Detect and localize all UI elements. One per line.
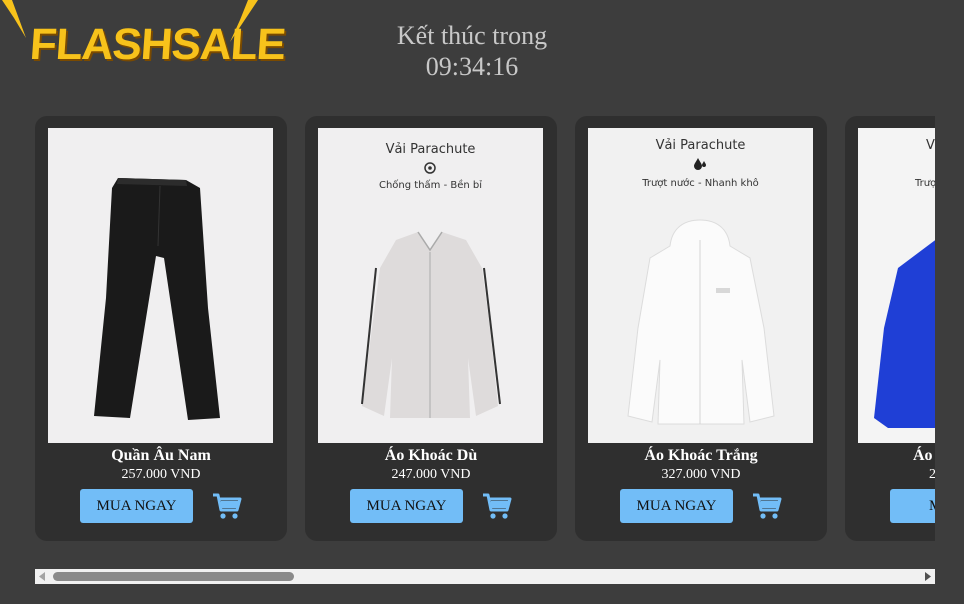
buy-now-button[interactable]: MUA NGAY (80, 489, 193, 523)
countdown-time: 09:34:16 (425, 52, 519, 81)
product-card: Quần Âu Nam 257.000 VND MUA NGAY (35, 116, 287, 541)
jacket-image (627, 219, 775, 425)
product-card: Vải Parachute Trượt nước - Nhanh khô Áo … (575, 116, 827, 541)
product-image[interactable]: Vải Parachute Chống thấm - Bền bỉ (318, 128, 543, 443)
product-price: 327.000 VND (661, 467, 741, 482)
buy-now-button[interactable]: MUA (890, 489, 935, 523)
lightning-bolt-icon (2, 0, 26, 38)
flash-sale-logo: FLASHSALE (0, 0, 287, 96)
product-image[interactable]: V Trượ (858, 128, 935, 443)
countdown: Kết thúc trong 09:34:16 (362, 20, 582, 82)
cart-icon[interactable] (752, 492, 782, 520)
cart-icon[interactable] (482, 492, 512, 520)
product-card: Vải Parachute Chống thấm - Bền bỉ Áo Kho… (305, 116, 557, 541)
cart-icon[interactable] (212, 492, 242, 520)
product-price: 257.000 VND (121, 467, 201, 482)
pants-image (94, 178, 220, 420)
jacket-image (874, 240, 935, 428)
product-name: Áo Khoác Trắng (644, 447, 758, 464)
product-name: Quần Âu Nam (111, 447, 211, 464)
product-name: Áo Khoác Dù (384, 447, 478, 464)
jacket-image (361, 231, 501, 418)
buy-now-button[interactable]: MUA NGAY (350, 489, 463, 523)
product-price: 247.000 VND (391, 467, 471, 482)
product-card: V Trượ Áo 2 MUA (845, 116, 935, 541)
logo-text: FLASHSALE (28, 20, 287, 69)
product-carousel: Quần Âu Nam 257.000 VND MUA NGAY Vải Par… (35, 116, 935, 546)
product-name: Áo (913, 447, 933, 464)
product-image[interactable]: Vải Parachute Trượt nước - Nhanh khô (588, 128, 813, 443)
scrollbar-thumb[interactable] (53, 572, 294, 581)
horizontal-scrollbar[interactable] (35, 569, 935, 584)
scroll-right-arrow-icon[interactable] (920, 569, 935, 584)
product-price: 2 (929, 467, 935, 482)
countdown-label: Kết thúc trong (396, 21, 548, 50)
scroll-left-arrow-icon[interactable] (35, 569, 50, 584)
product-image[interactable] (48, 128, 273, 443)
buy-now-button[interactable]: MUA NGAY (620, 489, 733, 523)
